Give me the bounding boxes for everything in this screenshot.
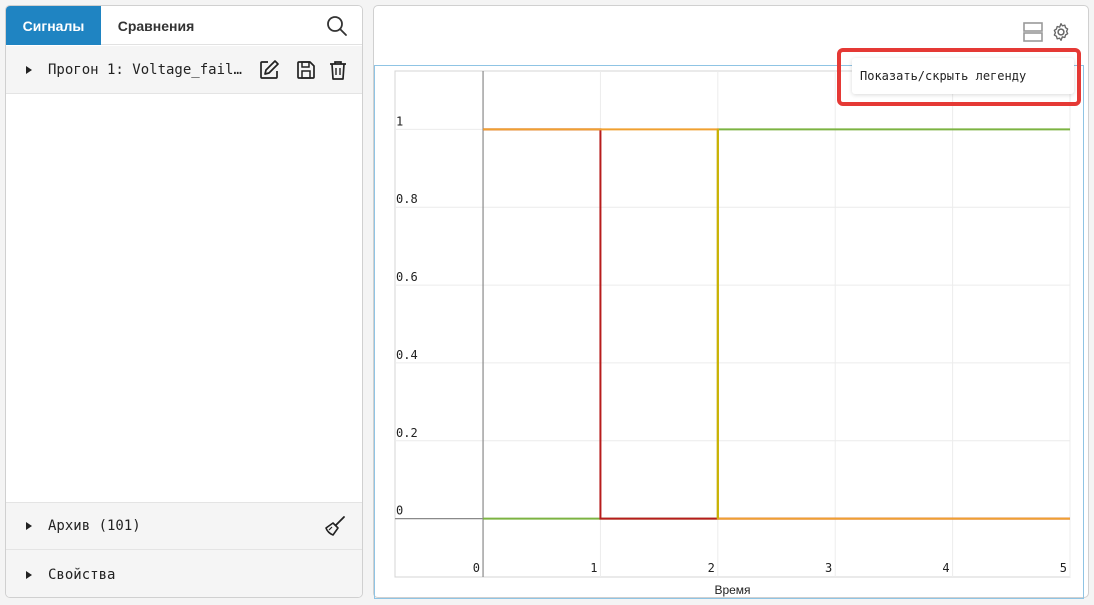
chart-area[interactable]: 0 0.2 0.4 0.6 0.8 1 0 1 2 3 4 5 Время bbox=[374, 65, 1084, 599]
x-tick-label: 1 bbox=[590, 561, 597, 575]
y-tick-label: 0 bbox=[396, 504, 403, 518]
x-axis-label: Время bbox=[714, 583, 750, 597]
toggle-legend-label: Показать/скрыть легенду bbox=[860, 69, 1027, 83]
tree-item-archive[interactable]: Архив (101) bbox=[6, 502, 362, 550]
menu-item-toggle-legend[interactable]: Показать/скрыть легенду bbox=[852, 58, 1074, 94]
y-tick-label: 0.2 bbox=[396, 426, 418, 440]
y-tick-label: 0.8 bbox=[396, 192, 418, 206]
search-icon[interactable] bbox=[326, 15, 348, 37]
run-label: Прогон 1: Voltage_failure_1 bbox=[48, 61, 248, 78]
x-tick-label: 0 bbox=[473, 561, 480, 575]
signals-panel: Сигналы Сравнения Прогон 1: Voltage_fail… bbox=[5, 5, 363, 598]
archive-label: Архив (101) bbox=[48, 518, 141, 534]
y-tick-label: 0.6 bbox=[396, 270, 418, 284]
series-line-1 bbox=[483, 128, 1070, 520]
x-tick-label: 2 bbox=[708, 561, 715, 575]
tab-signals[interactable]: Сигналы bbox=[6, 6, 101, 45]
x-tick-label: 5 bbox=[1060, 561, 1067, 575]
trash-icon[interactable] bbox=[327, 59, 349, 81]
tree-item-properties[interactable]: Свойства bbox=[6, 550, 362, 597]
x-tick-label: 3 bbox=[825, 561, 832, 575]
caret-right-icon[interactable] bbox=[26, 570, 32, 579]
tree-item-run[interactable]: Прогон 1: Voltage_failure_1 bbox=[6, 46, 362, 94]
signal-chart[interactable]: 0 0.2 0.4 0.6 0.8 1 0 1 2 3 4 5 Время bbox=[375, 66, 1083, 598]
broom-icon[interactable] bbox=[324, 515, 346, 537]
caret-right-icon[interactable] bbox=[26, 522, 32, 530]
gear-icon[interactable] bbox=[1051, 22, 1071, 42]
tab-comparisons[interactable]: Сравнения bbox=[101, 6, 211, 45]
series-line-3 bbox=[483, 128, 1070, 520]
tab-bar: Сигналы Сравнения bbox=[6, 6, 362, 45]
save-icon[interactable] bbox=[295, 59, 317, 81]
split-view-icon[interactable] bbox=[1022, 21, 1044, 43]
series-line-2 bbox=[483, 128, 1070, 520]
properties-label: Свойства bbox=[48, 566, 116, 583]
chart-panel: 0 0.2 0.4 0.6 0.8 1 0 1 2 3 4 5 Время Показать/скрыт… bbox=[373, 5, 1089, 599]
edit-icon[interactable] bbox=[258, 59, 280, 81]
plot-frame bbox=[394, 70, 1071, 578]
y-tick-label: 0.4 bbox=[396, 348, 418, 362]
caret-right-icon[interactable] bbox=[26, 65, 32, 74]
x-tick-label: 4 bbox=[942, 561, 949, 575]
y-tick-label: 1 bbox=[396, 114, 403, 128]
